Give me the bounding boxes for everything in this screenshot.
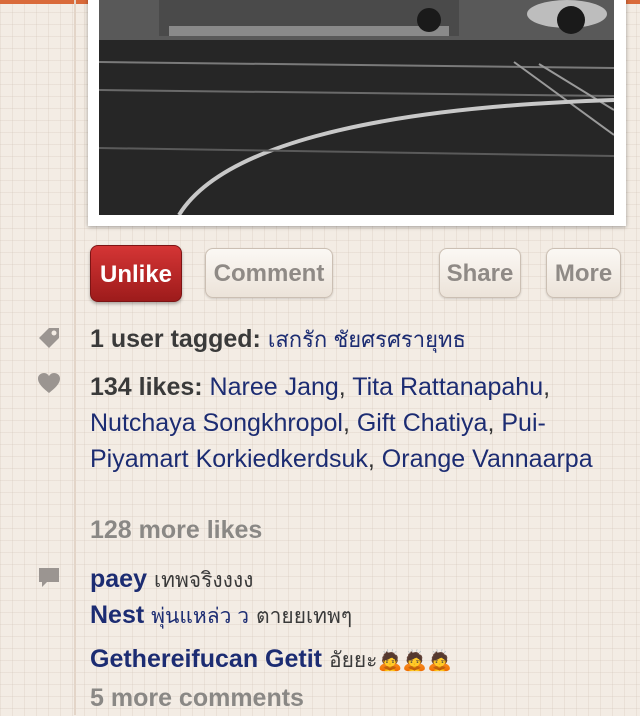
share-button[interactable]: Share <box>439 248 521 298</box>
heart-icon <box>36 371 62 397</box>
comment-text: อัยยะ <box>328 649 378 672</box>
timeline-rail <box>74 0 76 715</box>
liker-link[interactable]: Tita Rattanapahu <box>352 373 543 401</box>
more-likes-link[interactable]: 128 more likes <box>90 512 620 548</box>
likes-label: 134 likes: <box>90 373 203 401</box>
tagged-user-link[interactable]: เสกรัก ชัยศรศรายุทธ <box>268 327 466 352</box>
court-scene <box>99 0 614 215</box>
more-comments-link[interactable]: 5 more comments <box>90 680 620 716</box>
liker-link[interactable]: Nutchaya Songkhropol <box>90 409 343 437</box>
tagged-users-row: 1 user tagged: เสกรัก ชัยศรศรายุทธ <box>90 321 620 358</box>
more-comments-label[interactable]: 5 more comments <box>90 684 304 712</box>
photo-card[interactable] <box>88 0 626 226</box>
unlike-button[interactable]: Unlike <box>90 245 182 302</box>
comment-bubble-icon <box>36 565 62 591</box>
more-button[interactable]: More <box>546 248 621 298</box>
post-photo[interactable] <box>99 0 614 215</box>
tagged-label: 1 user tagged: <box>90 325 261 353</box>
comment-author[interactable]: paey <box>90 565 147 593</box>
liker-link[interactable]: Orange Vannaarpa <box>382 445 593 473</box>
comment-text: เทพจริงงงง <box>153 569 254 592</box>
liker-link[interactable]: Naree Jang <box>210 373 339 401</box>
comment-text: ตายยเทพๆ <box>255 605 353 628</box>
comment-author[interactable]: Gethereifucan Getit <box>90 645 322 673</box>
more-likes-label[interactable]: 128 more likes <box>90 516 262 544</box>
likes-row: 134 likes: Naree Jang, Tita Rattanapahu,… <box>90 373 593 473</box>
comment-button[interactable]: Comment <box>205 248 333 298</box>
comment-item: paey เทพจริงงงง <box>90 561 620 599</box>
comment-author[interactable]: Nest <box>90 601 144 629</box>
comment-item: Gethereifucan Getit อัยยะ🙇🙇🙇 <box>90 641 620 679</box>
comment-item: Nest พุ่นแหล่ว ว ตายยเทพๆ <box>90 597 620 635</box>
bowing-emoji: 🙇🙇🙇 <box>377 650 453 672</box>
liker-link[interactable]: Gift Chatiya <box>357 409 488 437</box>
tag-icon <box>36 326 62 352</box>
comment-mention[interactable]: พุ่นแหล่ว ว <box>151 605 249 628</box>
